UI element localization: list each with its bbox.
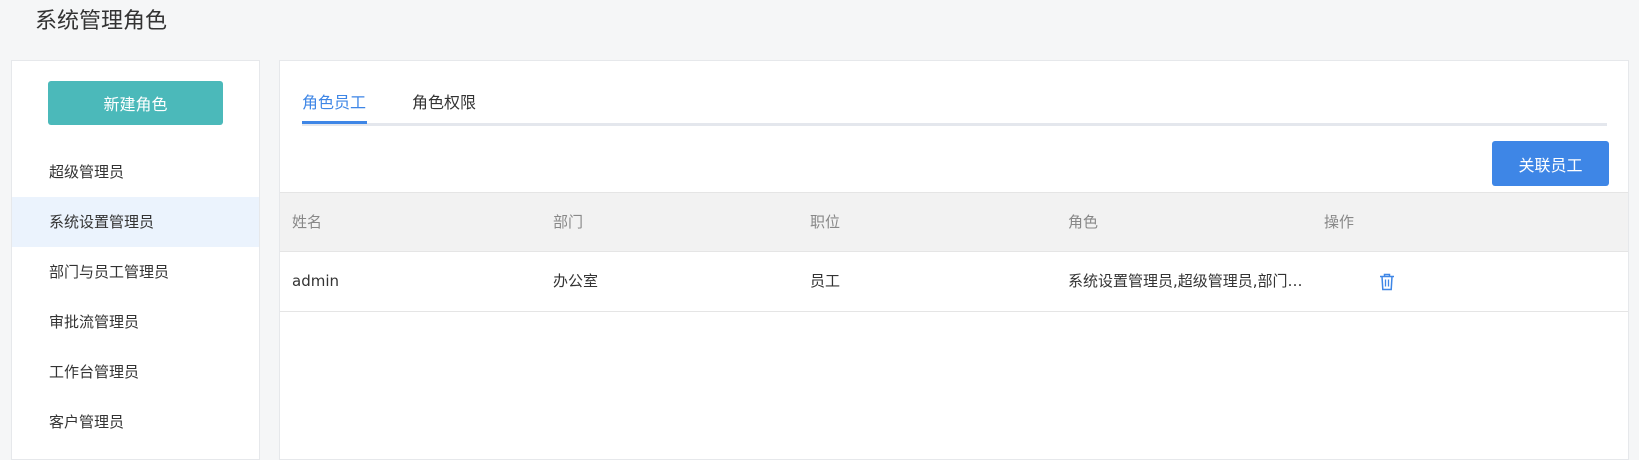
role-tabs: 角色员工 角色权限 (302, 91, 1607, 126)
tab-role-permissions[interactable]: 角色权限 (412, 91, 476, 115)
cell-roles: 系统设置管理员,超级管理员,部门与员工管理员 (1068, 272, 1313, 290)
role-item-system-settings-admin[interactable]: 系统设置管理员 (12, 197, 259, 247)
cell-name: admin (292, 272, 339, 290)
role-sidebar: 新建角色 超级管理员 系统设置管理员 部门与员工管理员 审批流管理员 工作台管理… (11, 60, 260, 460)
link-staff-button[interactable]: 关联员工 (1492, 141, 1609, 186)
role-item-workbench-admin[interactable]: 工作台管理员 (12, 347, 259, 397)
cell-position: 员工 (810, 272, 841, 290)
column-header-action: 操作 (1324, 213, 1355, 231)
column-header-role: 角色 (1068, 213, 1099, 231)
role-list: 超级管理员 系统设置管理员 部门与员工管理员 审批流管理员 工作台管理员 客户管… (12, 147, 259, 447)
active-tab-indicator (302, 121, 367, 124)
table-row: admin 办公室 员工 系统设置管理员,超级管理员,部门与员工管理员 (280, 252, 1628, 312)
cell-department: 办公室 (553, 272, 599, 290)
new-role-button[interactable]: 新建角色 (48, 81, 223, 125)
page-title: 系统管理角色 (35, 9, 168, 34)
column-header-department: 部门 (553, 213, 584, 231)
role-item-department-staff-admin[interactable]: 部门与员工管理员 (12, 247, 259, 297)
column-header-name: 姓名 (292, 213, 323, 231)
trash-icon[interactable] (1379, 273, 1395, 291)
role-item-approval-flow-admin[interactable]: 审批流管理员 (12, 297, 259, 347)
role-detail-panel: 角色员工 角色权限 关联员工 姓名 部门 职位 角色 操作 admin 办公室 … (279, 60, 1629, 460)
table-header: 姓名 部门 职位 角色 操作 (280, 192, 1628, 252)
role-item-super-admin[interactable]: 超级管理员 (12, 147, 259, 197)
column-header-position: 职位 (810, 213, 841, 231)
tab-role-staff[interactable]: 角色员工 (302, 91, 366, 115)
role-item-customer-admin[interactable]: 客户管理员 (12, 397, 259, 447)
